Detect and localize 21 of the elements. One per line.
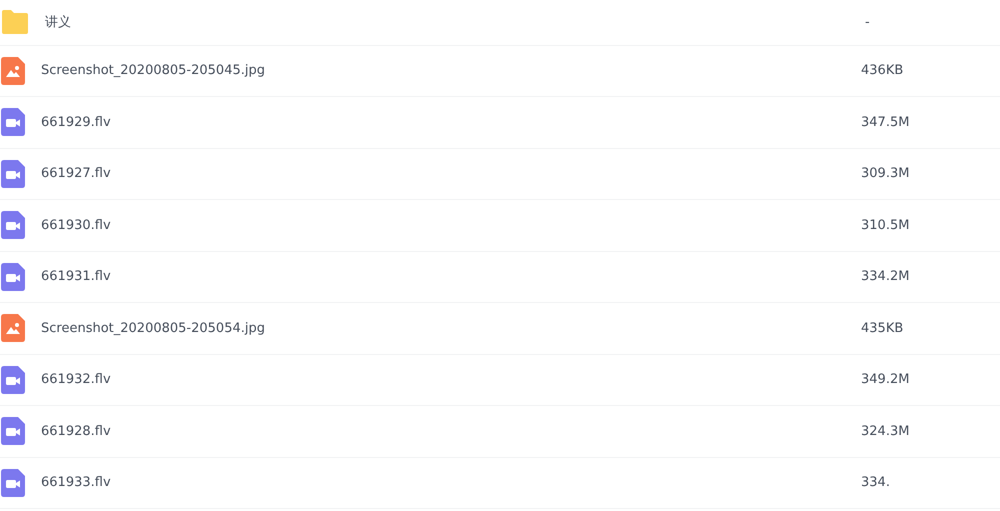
file-name[interactable]: 661927.flv	[41, 166, 861, 182]
file-name[interactable]: Screenshot_20200805-205045.jpg	[41, 63, 861, 78]
file-size: 324.3M	[861, 424, 910, 439]
file-name[interactable]: 661932.flv	[41, 372, 861, 388]
file-size: 309.3M	[861, 166, 910, 182]
file-name[interactable]: 661931.flv	[41, 269, 861, 284]
file-size: 349.2M	[861, 372, 910, 388]
file-name[interactable]: 661930.flv	[41, 218, 861, 233]
file-size: -	[865, 14, 870, 30]
file-name[interactable]: 661929.flv	[41, 114, 861, 130]
folder-icon	[1, 9, 29, 36]
file-name[interactable]: 661933.flv	[41, 475, 861, 490]
file-size: 347.5M	[861, 114, 910, 130]
file-name[interactable]: 661928.flv	[41, 424, 861, 439]
file-size: 334.2M	[861, 269, 910, 284]
file-name[interactable]: 讲义	[45, 13, 865, 32]
file-size: 436KB	[861, 63, 904, 78]
file-size: 334.	[861, 475, 890, 490]
file-size: 435KB	[861, 320, 904, 336]
file-size: 310.5M	[861, 218, 910, 233]
file-name[interactable]: Screenshot_20200805-205054.jpg	[41, 320, 861, 336]
